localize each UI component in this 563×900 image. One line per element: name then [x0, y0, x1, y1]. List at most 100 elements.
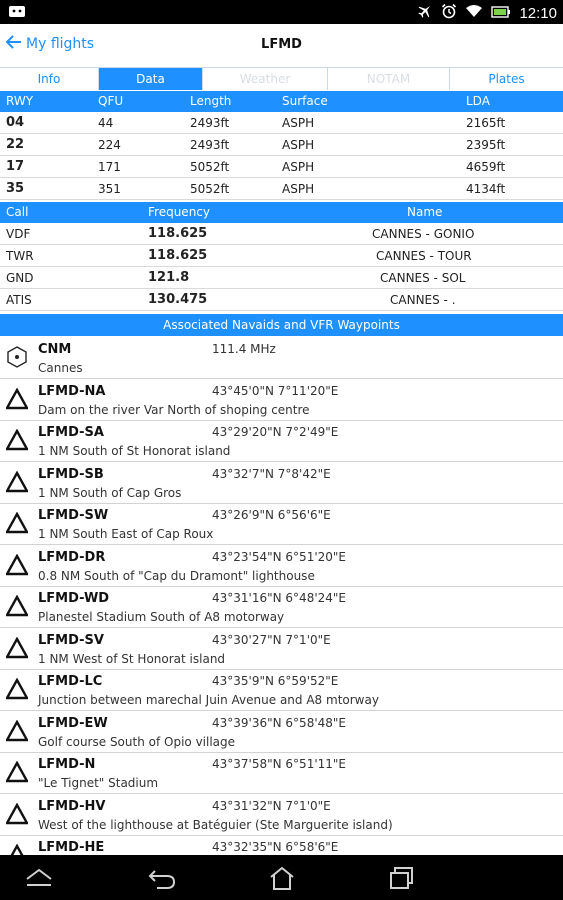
navaid-row[interactable]: LFMD-SW 43°26'9"N 6°56'6"E 1 NM South East…: [0, 503, 563, 545]
navaid-coordinates: 43°23'54"N 6°51'20"E: [212, 550, 346, 564]
navaid-coordinates: 43°37'58"N 6°51'11"E: [212, 757, 346, 771]
navaid-description: West of the lighthouse at Batéguier (Ste…: [38, 818, 393, 832]
qfu-cell: 171: [98, 160, 121, 174]
navaid-row[interactable]: LFMD-DR 43°23'54"N 6°51'20"E 0.8 NM South …: [0, 545, 563, 587]
name-cell: CANNES - GONIO: [372, 227, 475, 241]
navaid-row[interactable]: LFMD-SV 43°30'27"N 7°1'0"E 1 NM West of St…: [0, 628, 563, 670]
navaid-id: CNM: [38, 342, 72, 357]
navaid-row[interactable]: LFMD-HV 43°31'32"N 7°1'0"E West of the lig…: [0, 794, 563, 836]
call-cell: VDF: [6, 227, 31, 241]
waypoint-triangle-icon: [4, 387, 30, 410]
navaid-description: Golf course South of Opio village: [38, 735, 236, 749]
vor-hexagon-icon: [6, 346, 28, 368]
navaid-coordinates: 43°26'9"N 6°56'6"E: [212, 508, 331, 522]
notification-icon: [8, 3, 26, 23]
rwy-cell: 35: [6, 181, 25, 196]
home-icon[interactable]: [267, 865, 297, 891]
waypoint-triangle-icon: [4, 553, 30, 576]
runway-table-header: RWY QFU Length Surface LDA: [0, 91, 563, 112]
navaid-row[interactable]: LFMD-WD 43°31'16"N 6°48'24"E Planestel Sta…: [0, 586, 563, 628]
navaid-id: LFMD-LC: [38, 674, 103, 689]
table-row: 35 351 5052ft ASPH 4134ft: [0, 178, 563, 200]
name-cell: CANNES - TOUR: [376, 249, 472, 263]
tab-info[interactable]: Info: [0, 68, 99, 90]
qfu-cell: 351: [98, 182, 121, 196]
surface-cell: ASPH: [282, 182, 315, 196]
table-row: ATIS 130.475 CANNES - .: [0, 289, 563, 311]
navaid-row[interactable]: CNM 111.4 MHz Cannes: [0, 337, 563, 379]
navaid-coordinates: 43°31'32"N 7°1'0"E: [212, 799, 331, 813]
tab-notam[interactable]: NOTAM: [328, 68, 450, 90]
navaid-id: LFMD-SA: [38, 425, 104, 440]
col-lda: LDA: [466, 94, 490, 108]
navaid-id: LFMD-SV: [38, 633, 104, 648]
navaid-row[interactable]: LFMD-SA 43°29'20"N 7°2'49"E 1 NM South of …: [0, 420, 563, 462]
table-row: 04 44 2493ft ASPH 2165ft: [0, 112, 563, 134]
tab-data[interactable]: Data: [99, 68, 203, 90]
qfu-cell: 224: [98, 138, 121, 152]
col-length: Length: [190, 94, 232, 108]
back-nav-icon[interactable]: [147, 865, 177, 891]
airplane-mode-icon: [417, 3, 433, 23]
tab-plates[interactable]: Plates: [450, 68, 563, 90]
lda-cell: 2395ft: [466, 138, 506, 152]
navaid-description: Planestel Stadium South of A8 motorway: [38, 610, 285, 624]
frequency-cell: 118.625: [148, 248, 208, 263]
surface-cell: ASPH: [282, 138, 315, 152]
table-row: 17 171 5052ft ASPH 4659ft: [0, 156, 563, 178]
waypoint-triangle-icon: [4, 428, 30, 451]
navaid-row[interactable]: LFMD-EW 43°39'36"N 6°58'48"E Golf course S…: [0, 711, 563, 753]
rwy-cell: 04: [6, 115, 25, 130]
call-cell: TWR: [6, 249, 34, 263]
navaid-coordinates: 43°29'20"N 7°2'49"E: [212, 425, 339, 439]
navaid-description: 1 NM South of St Honorat island: [38, 444, 231, 458]
navaid-description: 0.8 NM South of "Cap du Dramont" lightho…: [38, 569, 315, 583]
waypoint-triangle-icon: [4, 511, 30, 534]
col-rwy: RWY: [6, 94, 34, 108]
navaid-coordinates: 43°32'7"N 7°8'42"E: [212, 467, 331, 481]
col-call: Call: [6, 205, 29, 219]
navaid-description: 1 NM South of Cap Gros: [38, 486, 182, 500]
call-cell: GND: [6, 271, 34, 285]
navaid-id: LFMD-WD: [38, 591, 110, 606]
navaid-id: LFMD-HV: [38, 799, 106, 814]
waypoint-triangle-icon: [4, 802, 30, 825]
rwy-cell: 22: [6, 137, 25, 152]
tab-bar: Info Data Weather NOTAM Plates: [0, 67, 563, 90]
navaid-row[interactable]: LFMD-NA 43°45'0"N 7°11'20"E Dam on the riv…: [0, 379, 563, 421]
wifi-icon: [465, 3, 483, 23]
qfu-cell: 44: [98, 116, 114, 130]
table-row: VDF 118.625 CANNES - GONIO: [0, 223, 563, 245]
navaid-description: Junction between marechal Juin Avenue an…: [38, 693, 379, 707]
frequency-cell: 130.475: [148, 292, 208, 307]
frequency-cell: 121.8: [148, 270, 190, 285]
navaids-section-header: Associated Navaids and VFR Waypoints: [0, 314, 563, 336]
length-cell: 5052ft: [190, 160, 230, 174]
table-row: GND 121.8 CANNES - SOL: [0, 267, 563, 289]
name-cell: CANNES - .: [390, 293, 456, 307]
hide-keyboard-icon[interactable]: [24, 865, 54, 891]
status-bar: 12:10: [0, 0, 563, 24]
navaid-row[interactable]: LFMD-SB 43°32'7"N 7°8'42"E 1 NM South of C…: [0, 462, 563, 504]
navaid-row[interactable]: LFMD-N 43°37'58"N 6°51'11"E "Le Tignet" St…: [0, 752, 563, 794]
frequency-cell: 118.625: [148, 226, 208, 241]
status-time: 12:10: [519, 4, 557, 22]
name-cell: CANNES - SOL: [380, 271, 466, 285]
lda-cell: 4659ft: [466, 160, 506, 174]
tab-weather[interactable]: Weather: [203, 68, 328, 90]
navaid-coordinates: 43°32'35"N 6°58'6"E: [212, 840, 339, 854]
call-cell: ATIS: [6, 293, 32, 307]
waypoint-triangle-icon: [4, 760, 30, 783]
frequency-table-header: Call Frequency Name: [0, 202, 563, 223]
navaid-coordinates: 43°39'36"N 6°58'48"E: [212, 716, 346, 730]
recent-apps-icon[interactable]: [387, 865, 417, 891]
navaid-description: 1 NM South East of Cap Roux: [38, 527, 214, 541]
waypoint-triangle-icon: [4, 594, 30, 617]
length-cell: 5052ft: [190, 182, 230, 196]
navaid-row[interactable]: LFMD-LC 43°35'9"N 6°59'52"E Junction betwe…: [0, 669, 563, 711]
col-surface: Surface: [282, 94, 328, 108]
waypoint-triangle-icon: [4, 470, 30, 493]
alarm-icon: [441, 3, 457, 23]
page-title: LFMD: [261, 37, 302, 52]
surface-cell: ASPH: [282, 160, 315, 174]
